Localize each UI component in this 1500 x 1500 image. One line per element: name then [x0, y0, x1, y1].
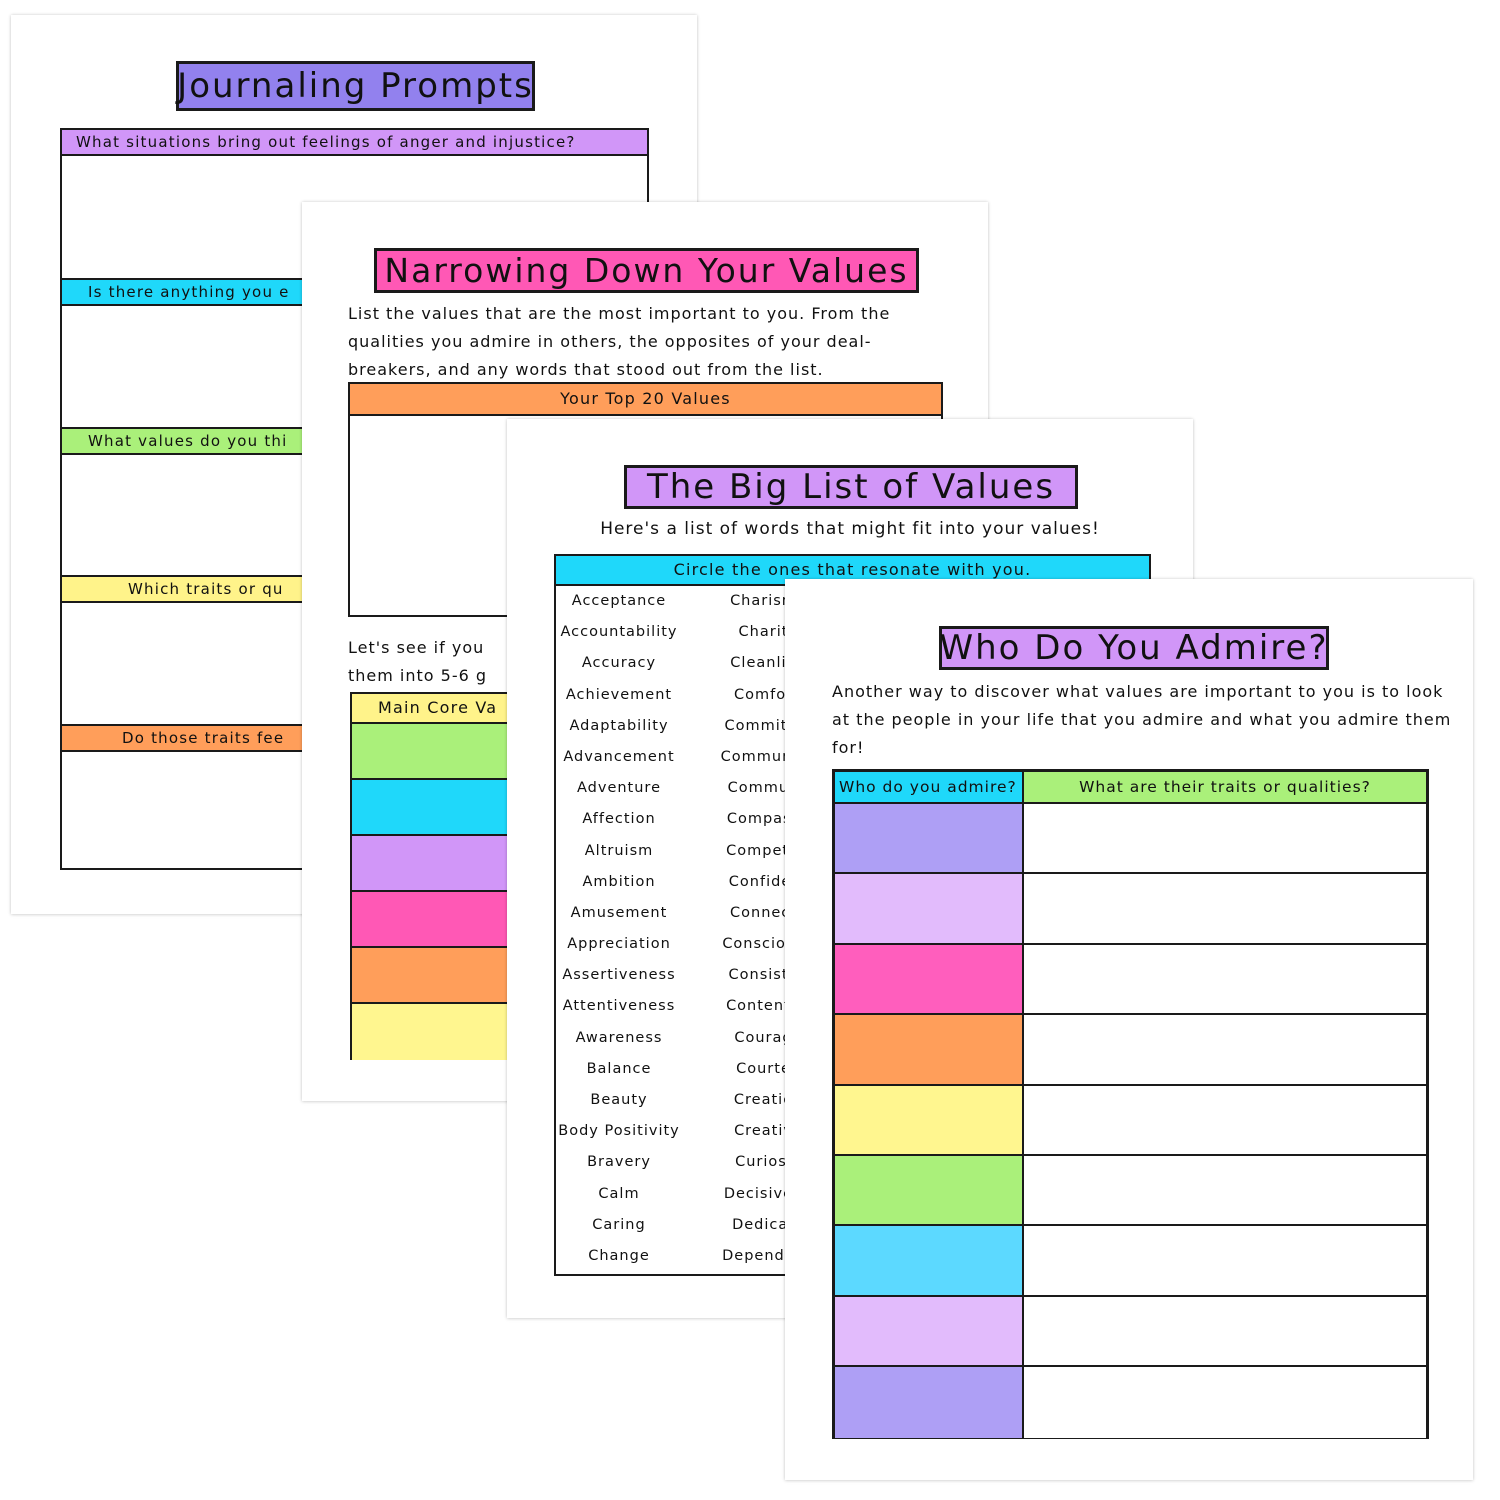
who-cell[interactable]: [835, 1226, 1024, 1295]
value-word[interactable]: Affection: [554, 804, 684, 835]
traits-cell[interactable]: [1024, 1085, 1426, 1154]
traits-column-header: What are their traits or qualities?: [1024, 772, 1426, 804]
value-word[interactable]: Acceptance: [554, 586, 684, 617]
who-cell[interactable]: [835, 944, 1024, 1014]
page-title: Narrowing Down Your Values: [374, 248, 919, 293]
value-word[interactable]: Caring: [554, 1210, 684, 1241]
table-row: [835, 1367, 1426, 1438]
value-word[interactable]: Ambition: [554, 867, 684, 898]
table-row: [835, 1226, 1426, 1297]
value-word[interactable]: Adaptability: [554, 711, 684, 742]
value-word[interactable]: Amusement: [554, 898, 684, 929]
table-row: [835, 944, 1426, 1016]
value-word[interactable]: Altruism: [554, 836, 684, 867]
traits-cell[interactable]: [1024, 1015, 1426, 1084]
value-word[interactable]: Advancement: [554, 742, 684, 773]
value-word[interactable]: Body Positivity: [554, 1116, 684, 1147]
value-word[interactable]: Awareness: [554, 1023, 684, 1054]
page-title: Who Do You Admire?: [939, 626, 1329, 670]
table-row: [835, 1085, 1426, 1156]
subtitle: Here's a list of words that might fit in…: [600, 519, 1100, 539]
table-row: [835, 1015, 1426, 1086]
admire-table: Who do you admire? What are their traits…: [832, 769, 1429, 1439]
prompt-header: What situations bring out feelings of an…: [62, 130, 647, 156]
table-row: [835, 1156, 1426, 1227]
traits-cell[interactable]: [1024, 1296, 1426, 1366]
traits-cell[interactable]: [1024, 1367, 1426, 1438]
value-word[interactable]: Change: [554, 1241, 684, 1272]
traits-cell[interactable]: [1024, 1226, 1426, 1295]
who-cell[interactable]: [835, 1156, 1024, 1225]
who-cell[interactable]: [835, 1367, 1024, 1438]
top20-header: Your Top 20 Values: [350, 384, 941, 416]
value-word[interactable]: Calm: [554, 1179, 684, 1210]
who-cell[interactable]: [835, 1085, 1024, 1154]
who-cell[interactable]: [835, 1296, 1024, 1366]
traits-cell[interactable]: [1024, 1156, 1426, 1225]
value-word[interactable]: Balance: [554, 1054, 684, 1085]
intro-text: Another way to discover what values are …: [832, 682, 1452, 757]
who-cell[interactable]: [835, 874, 1024, 943]
traits-cell[interactable]: [1024, 874, 1426, 943]
value-word[interactable]: Accountability: [554, 617, 684, 648]
page-title: Journaling Prompts: [176, 61, 535, 111]
value-word[interactable]: Accuracy: [554, 648, 684, 679]
value-word[interactable]: Adventure: [554, 773, 684, 804]
value-word[interactable]: Achievement: [554, 680, 684, 711]
table-row: [835, 1296, 1426, 1368]
page-title: The Big List of Values: [624, 465, 1078, 509]
intro-text: List the values that are the most import…: [348, 304, 891, 379]
who-do-you-admire-page: Who Do You Admire? Another way to discov…: [785, 579, 1473, 1480]
table-row: [835, 874, 1426, 945]
value-word[interactable]: Beauty: [554, 1085, 684, 1116]
value-word[interactable]: Assertiveness: [554, 960, 684, 991]
value-word[interactable]: Bravery: [554, 1147, 684, 1178]
who-column-header: Who do you admire?: [835, 772, 1024, 804]
values-column-1: Acceptance Accountability Accuracy Achievem…: [554, 586, 684, 1272]
traits-cell[interactable]: [1024, 944, 1426, 1014]
value-word[interactable]: Attentiveness: [554, 991, 684, 1022]
who-cell[interactable]: [835, 1015, 1024, 1084]
who-cell[interactable]: [835, 804, 1024, 873]
value-word[interactable]: Appreciation: [554, 929, 684, 960]
traits-cell[interactable]: [1024, 804, 1426, 873]
table-row: [835, 804, 1426, 875]
